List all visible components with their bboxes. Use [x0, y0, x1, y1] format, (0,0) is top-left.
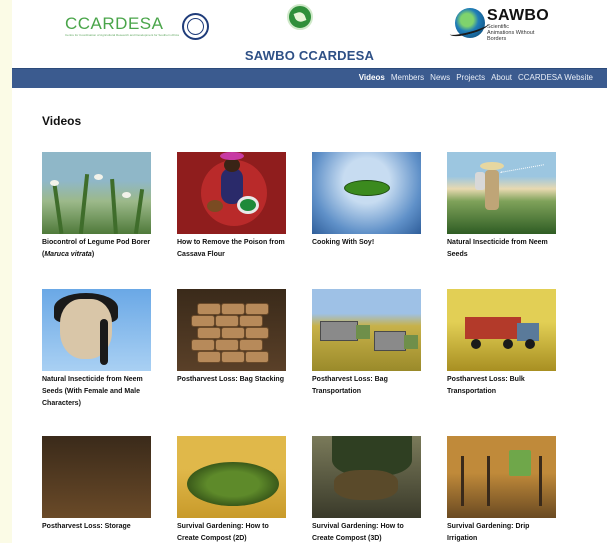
- ccardesa-wordmark: CCARDESA: [65, 14, 164, 33]
- emblem-logo-icon[interactable]: [287, 4, 313, 30]
- legume-plant-thumbnail[interactable]: [42, 152, 151, 234]
- sadc-seal-icon: [181, 13, 209, 40]
- page-title: Videos: [42, 114, 82, 128]
- video-card[interactable]: Survival Gardening: Drip Irrigation: [447, 436, 559, 543]
- female-character-thumbnail[interactable]: [42, 289, 151, 371]
- trucks-thumbnail[interactable]: [312, 289, 421, 371]
- ccardesa-tagline: Centre for Coordination of Agricultural …: [65, 33, 179, 37]
- farmer-spraying-thumbnail[interactable]: [447, 152, 556, 234]
- compost-2d-thumbnail[interactable]: [177, 436, 286, 518]
- video-card[interactable]: Survival Gardening: How to Create Compos…: [177, 436, 289, 543]
- cassava-woman-thumbnail[interactable]: [177, 152, 286, 234]
- sawbo-logo[interactable]: SAWBO Scientific Animations Without Bord…: [455, 8, 549, 42]
- truck-bulk-thumbnail[interactable]: [447, 289, 556, 371]
- nav-item-news[interactable]: News: [430, 73, 450, 82]
- nav-item-videos[interactable]: Videos: [359, 73, 385, 82]
- video-card[interactable]: Natural Insecticide from Neem Seeds (Wit…: [42, 289, 154, 410]
- video-card[interactable]: Postharvest Loss: Bag Stacking: [177, 289, 289, 386]
- sawbo-wordmark: SAWBO: [487, 7, 549, 24]
- storage-bags-thumbnail[interactable]: [42, 436, 151, 518]
- video-title[interactable]: Natural Insecticide from Neem Seeds: [447, 237, 559, 261]
- nav-item-projects[interactable]: Projects: [456, 73, 485, 82]
- drip-irrigation-thumbnail[interactable]: [447, 436, 556, 518]
- video-card[interactable]: Postharvest Loss: Storage: [42, 436, 154, 533]
- video-card[interactable]: Cooking With Soy!: [312, 152, 424, 249]
- main-nav: Videos Members News Projects About CCARD…: [359, 73, 593, 82]
- video-title[interactable]: Postharvest Loss: Bag Transportation: [312, 374, 424, 398]
- video-title[interactable]: Survival Gardening: How to Create Compos…: [177, 521, 289, 543]
- bag-stack-thumbnail[interactable]: [177, 289, 286, 371]
- nav-item-ccardesa-website[interactable]: CCARDESA Website: [518, 73, 593, 82]
- video-title[interactable]: Postharvest Loss: Storage: [42, 521, 154, 533]
- nav-item-members[interactable]: Members: [391, 73, 424, 82]
- video-card[interactable]: Postharvest Loss: Bulk Transportation: [447, 289, 559, 398]
- page: CCARDESA Centre for Coordination of Agri…: [12, 0, 607, 543]
- nav-bar: Videos Members News Projects About CCARD…: [12, 68, 607, 88]
- video-title[interactable]: Survival Gardening: Drip Irrigation: [447, 521, 559, 543]
- video-title[interactable]: Biocontrol of Legume Pod Borer (Maruca v…: [42, 237, 154, 261]
- video-title[interactable]: Survival Gardening: How to Create Compos…: [312, 521, 424, 543]
- video-title[interactable]: Natural Insecticide from Neem Seeds (Wit…: [42, 374, 154, 410]
- site-title[interactable]: SAWBO CCARDESA: [12, 48, 607, 63]
- video-title[interactable]: Postharvest Loss: Bag Stacking: [177, 374, 289, 386]
- ccardesa-logo[interactable]: CCARDESA Centre for Coordination of Agri…: [65, 13, 209, 40]
- soy-pod-thumbnail[interactable]: [312, 152, 421, 234]
- video-card[interactable]: Biocontrol of Legume Pod Borer (Maruca v…: [42, 152, 154, 261]
- video-title[interactable]: How to Remove the Poison from Cassava Fl…: [177, 237, 289, 261]
- video-title[interactable]: Cooking With Soy!: [312, 237, 424, 249]
- compost-3d-thumbnail[interactable]: [312, 436, 421, 518]
- header: CCARDESA Centre for Coordination of Agri…: [12, 0, 607, 50]
- video-card[interactable]: Survival Gardening: How to Create Compos…: [312, 436, 424, 543]
- video-card[interactable]: Postharvest Loss: Bag Transportation: [312, 289, 424, 398]
- video-card[interactable]: Natural Insecticide from Neem Seeds: [447, 152, 559, 261]
- globe-icon: [455, 8, 485, 38]
- sawbo-tagline: Scientific Animations Without Borders: [487, 24, 535, 42]
- video-card[interactable]: How to Remove the Poison from Cassava Fl…: [177, 152, 289, 261]
- video-title[interactable]: Postharvest Loss: Bulk Transportation: [447, 374, 559, 398]
- nav-item-about[interactable]: About: [491, 73, 512, 82]
